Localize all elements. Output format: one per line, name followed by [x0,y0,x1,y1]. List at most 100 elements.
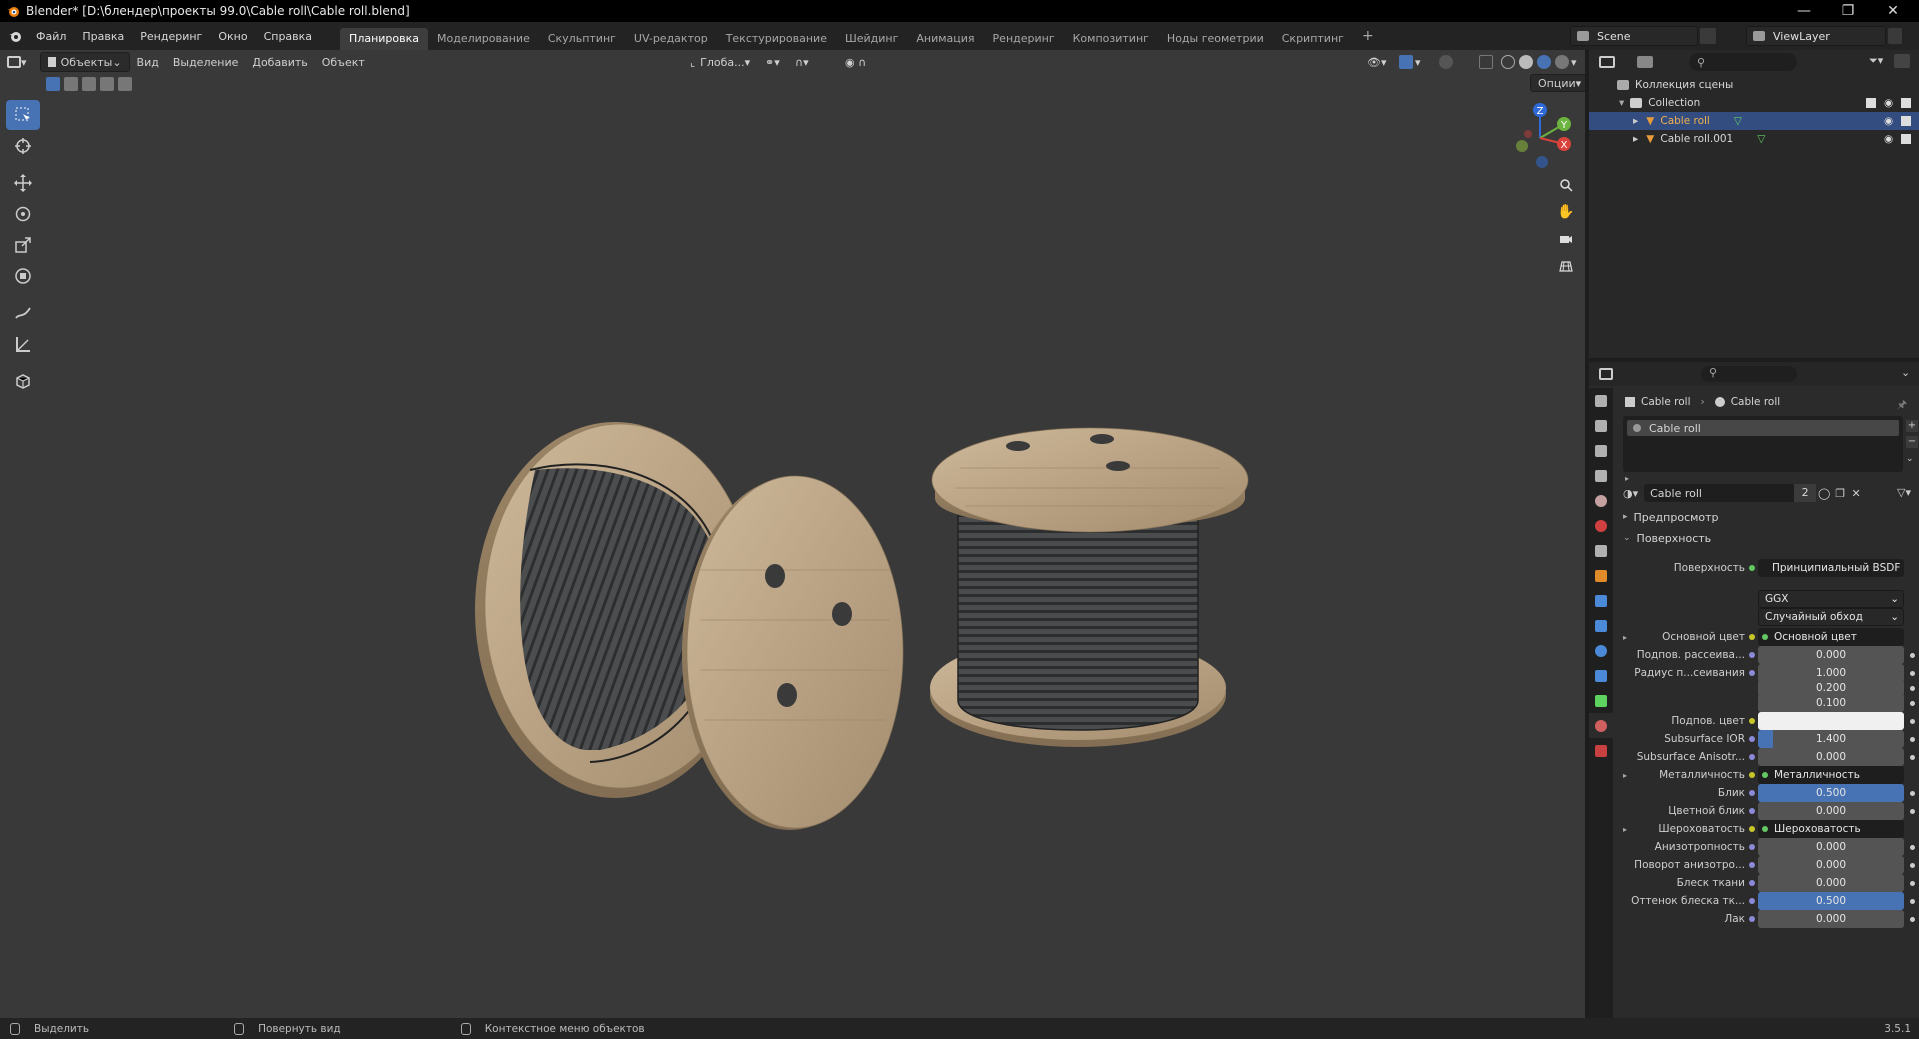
collapse-icon[interactable]: ▾ [1619,97,1624,109]
linked-input-field[interactable]: Основной цвет [1758,628,1904,646]
socket-icon[interactable] [1749,736,1755,742]
keyframe-dot-icon[interactable] [1910,718,1915,724]
filter-icon[interactable]: ⏷▾ [1869,54,1883,68]
linked-input-field[interactable]: Металличность [1758,766,1904,784]
material-users-count[interactable]: 2 [1794,484,1817,502]
fake-user-icon[interactable]: ◯ [1816,487,1832,500]
expand-icon[interactable]: ▸ [1623,771,1627,780]
socket-icon[interactable] [1749,844,1755,850]
eye-icon[interactable]: ◉ [1884,97,1893,109]
linked-input-field[interactable]: Шероховатость [1758,820,1904,838]
number-field[interactable]: 0.000 [1758,838,1904,856]
properties-search-input[interactable]: ⚲ [1701,366,1797,382]
number-field[interactable]: 0.000 [1758,910,1904,928]
tab-output[interactable] [1589,438,1613,463]
cable-roll-object[interactable] [475,422,904,830]
keyframe-dot-icon[interactable] [1910,670,1915,676]
pin-icon[interactable]: 🖈 [1897,396,1907,415]
number-field[interactable]: 0.000 [1758,802,1904,820]
outliner-collection[interactable]: ▾ Collection ◉ [1589,94,1919,112]
number-field[interactable]: 0.500 [1758,784,1904,802]
workspace-tab[interactable]: Анимация [907,28,983,50]
new-collection-icon[interactable] [1894,54,1910,68]
tab-texture[interactable] [1589,738,1613,763]
new-scene-icon[interactable] [1700,28,1716,44]
material-name-field[interactable]: Cable roll [1644,484,1795,502]
expand-icon[interactable]: ▸ [1623,825,1627,834]
tab-object[interactable] [1589,563,1613,588]
socket-icon[interactable] [1749,670,1755,676]
workspace-tab[interactable]: Ноды геометрии [1158,28,1273,50]
keyframe-dot-icon[interactable] [1910,916,1915,922]
outliner-editor-icon[interactable] [1599,56,1615,68]
tab-collection[interactable] [1589,538,1613,563]
minimize-icon[interactable]: — [1782,0,1826,22]
link-dropdown-icon[interactable]: ▽▾ [1897,486,1911,499]
mesh-data-icon[interactable]: ▽ [1734,115,1742,127]
keyframe-dot-icon[interactable] [1910,736,1915,742]
socket-icon[interactable] [1749,718,1755,724]
socket-icon[interactable] [1749,634,1755,640]
remove-slot-button[interactable]: − [1906,436,1918,448]
color-swatch[interactable] [1758,712,1904,730]
expand-icon[interactable]: ▸ [1633,115,1638,127]
unlink-icon[interactable]: ✕ [1848,487,1864,500]
expand-icon[interactable]: ▸ [1633,133,1638,145]
duplicate-icon[interactable]: ❐ [1832,487,1848,500]
workspace-tab[interactable]: Скриптинг [1273,28,1353,50]
eye-icon[interactable]: ◉ [1884,115,1893,127]
restore-icon[interactable]: ❐ [1826,0,1870,22]
menu-item[interactable]: Окно [210,30,255,43]
view-layer-selector[interactable]: ViewLayer [1746,26,1886,46]
workspace-tab[interactable]: Композитинг [1064,28,1158,50]
number-field[interactable]: 0.500 [1758,892,1904,910]
distribution-dropdown[interactable]: GGX ⌄ [1758,590,1904,608]
display-mode-icon[interactable] [1637,56,1653,68]
surface-shader-field[interactable]: Принципиальный BSDF [1758,559,1904,577]
menu-item[interactable]: Справка [256,30,320,43]
camera-icon[interactable] [1901,134,1911,144]
menu-item[interactable]: Файл [28,30,74,43]
socket-icon[interactable] [1749,898,1755,904]
properties-editor-icon[interactable] [1599,368,1613,380]
keyframe-dot-icon[interactable] [1910,685,1915,691]
workspace-tab[interactable]: Рендеринг [984,28,1064,50]
tab-modifiers[interactable] [1589,588,1613,613]
cable-roll-001-object[interactable] [930,427,1249,747]
tab-constraints[interactable] [1589,663,1613,688]
socket-icon[interactable] [1749,652,1755,658]
workspace-tab[interactable]: Шейдинг [836,28,907,50]
tab-render[interactable] [1589,413,1613,438]
outliner-item-cable-roll-001[interactable]: ▸ ▼ Cable roll.001 ▽ ◉ [1589,130,1919,148]
keyframe-dot-icon[interactable] [1910,880,1915,886]
mesh-data-icon[interactable]: ▽ [1757,133,1765,145]
tab-tool[interactable] [1589,388,1613,413]
camera-icon[interactable] [1901,98,1911,108]
socket-icon[interactable] [1749,772,1755,778]
tab-physics[interactable] [1589,638,1613,663]
socket-icon[interactable] [1749,808,1755,814]
tab-material[interactable] [1589,713,1613,738]
workspace-tab[interactable]: Планировка [340,28,429,50]
material-slot-item[interactable]: Cable roll [1627,420,1899,436]
number-field[interactable]: 0.000 [1758,856,1904,874]
browse-material-icon[interactable]: ◑▾ [1623,487,1638,500]
surface-panel-header[interactable]: ⌄ Поверхность [1623,528,1913,548]
socket-icon[interactable] [1749,862,1755,868]
keyframe-dot-icon[interactable] [1910,790,1915,796]
tab-world[interactable] [1589,513,1613,538]
keyframe-dot-icon[interactable] [1910,754,1915,760]
number-field[interactable]: 0.000 [1758,874,1904,892]
keyframe-dot-icon[interactable] [1910,844,1915,850]
menu-item[interactable]: Правка [74,30,132,43]
expand-icon[interactable]: ▸ [1623,633,1627,642]
outliner-search-input[interactable]: ⚲ [1689,53,1797,71]
slot-menu-icon[interactable]: ⌄ [1906,454,1914,464]
eye-icon[interactable]: ◉ [1884,133,1893,145]
socket-icon[interactable] [1749,754,1755,760]
preview-panel-header[interactable]: ▸ Предпросмотр [1623,508,1913,526]
workspace-tab[interactable]: Моделирование [428,28,539,50]
socket-icon[interactable] [1749,826,1755,832]
tab-scene[interactable] [1589,488,1613,513]
socket-icon[interactable] [1749,790,1755,796]
